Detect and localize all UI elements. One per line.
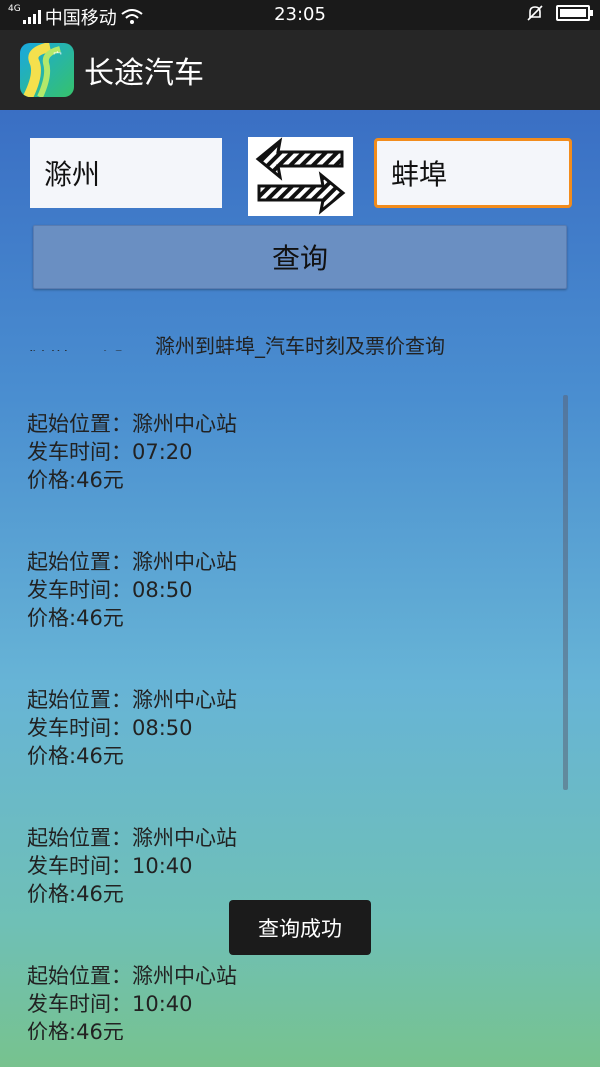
price-label: 价格:	[27, 1020, 77, 1040]
departure-label: 发车时间：	[27, 578, 132, 602]
list-item[interactable]: 起始位置：滁州中心站发车时间：07:20价格:46元	[27, 350, 237, 410]
origin-value: 滁州中心站	[132, 826, 237, 850]
main-content: 滁州 蚌埠 查询 起始位置：滁州中心站 发车时间：07:20 价格:46元 起始位置：…	[0, 110, 600, 1067]
departure-label: 发车时间：	[27, 992, 132, 1016]
price-row: 价格:46元	[27, 1018, 237, 1040]
price-label: 价格:	[27, 468, 77, 492]
origin-label: 起始位置：	[27, 412, 132, 436]
price-label: 价格:	[27, 744, 77, 768]
departure-label: 发车时间：	[27, 716, 132, 740]
origin-row: 起始位置：滁州中心站	[27, 962, 237, 990]
mute-bell-icon	[527, 5, 543, 21]
list-item[interactable]: 起始位置：滁州中心站 发车时间：10:40 价格:46元	[27, 824, 237, 962]
departure-row: 发车时间：08:50	[27, 576, 237, 604]
origin-label: 起始位置：	[27, 826, 132, 850]
departure-label: 发车时间：	[27, 440, 132, 464]
list-item[interactable]: 起始位置：滁州中心站 发车时间：10:40 价格:46元	[27, 962, 237, 1040]
origin-value: 滁州中心站	[132, 964, 237, 988]
departure-row: 发车时间：10:40	[27, 852, 237, 880]
price-row: 价格:46元	[27, 880, 237, 908]
origin-value: 滁州中心站	[132, 412, 237, 436]
departure-row: 发车时间：07:20	[27, 438, 237, 466]
app-bar: 宀 长途汽车	[0, 30, 600, 110]
price-row: 价格:46元	[27, 604, 237, 632]
price-label: 价格:	[27, 606, 77, 630]
departure-value: 10:40	[132, 854, 193, 878]
departure-row: 发车时间：10:40	[27, 990, 237, 1018]
price-value: 46元	[76, 744, 124, 768]
origin-value: 滁州中心站	[132, 550, 237, 574]
toast-message: 查询成功	[229, 900, 371, 955]
origin-row: 起始位置：滁州中心站	[27, 824, 237, 852]
origin-label: 起始位置：	[27, 550, 132, 574]
status-bar: 4G 中国移动 23:05	[0, 0, 600, 30]
battery-icon	[556, 5, 593, 21]
list-item[interactable]: 起始位置：滁州中心站发车时间：07:20价格:46元	[27, 410, 237, 548]
departure-value: 10:40	[132, 992, 193, 1016]
price-row: 价格:46元	[27, 742, 237, 770]
swap-cities-button[interactable]	[248, 137, 353, 216]
app-title: 长途汽车	[84, 56, 204, 91]
departure-label: 发车时间：	[27, 854, 132, 878]
departure-row: 发车时间：08:50	[27, 714, 237, 742]
clock: 23:05	[274, 4, 326, 25]
departure-value: 07:20	[132, 440, 193, 464]
origin-row: 起始位置：滁州中心站	[27, 686, 237, 714]
from-city-input[interactable]: 滁州	[30, 138, 222, 208]
price-value: 46元	[76, 1020, 124, 1040]
departure-value: 08:50	[132, 716, 193, 740]
origin-row: 起始位置：滁州中心站	[27, 548, 237, 576]
departure-value: 08:50	[132, 578, 193, 602]
origin-label: 起始位置：	[27, 688, 132, 712]
origin-row: 起始位置：滁州中心站	[27, 410, 237, 438]
query-button[interactable]: 查询	[33, 225, 567, 289]
results-list-content: 起始位置：滁州中心站 发车时间：07:20 价格:46元 起始位置：滁州中心站 发车时间…	[27, 350, 237, 1040]
origin-value: 滁州中心站	[132, 688, 237, 712]
price-value: 46元	[76, 468, 124, 492]
price-value: 46元	[76, 606, 124, 630]
results-scrollbar[interactable]	[563, 395, 568, 790]
list-item[interactable]: 起始位置：滁州中心站 发车时间：08:50 价格:46元	[27, 548, 237, 686]
app-road-icon: 宀	[20, 43, 74, 97]
origin-label: 起始位置：	[27, 964, 132, 988]
results-title: 滁州到蚌埠_汽车时刻及票价查询	[155, 334, 445, 358]
price-row: 价格:46元	[27, 466, 237, 494]
svg-text:宀: 宀	[53, 50, 62, 62]
to-city-input[interactable]: 蚌埠	[374, 138, 572, 208]
price-label: 价格:	[27, 882, 77, 906]
swap-arrows-icon	[255, 137, 346, 215]
list-item[interactable]: 起始位置：滁州中心站 发车时间：08:50 价格:46元	[27, 686, 237, 824]
price-value: 46元	[76, 882, 124, 906]
